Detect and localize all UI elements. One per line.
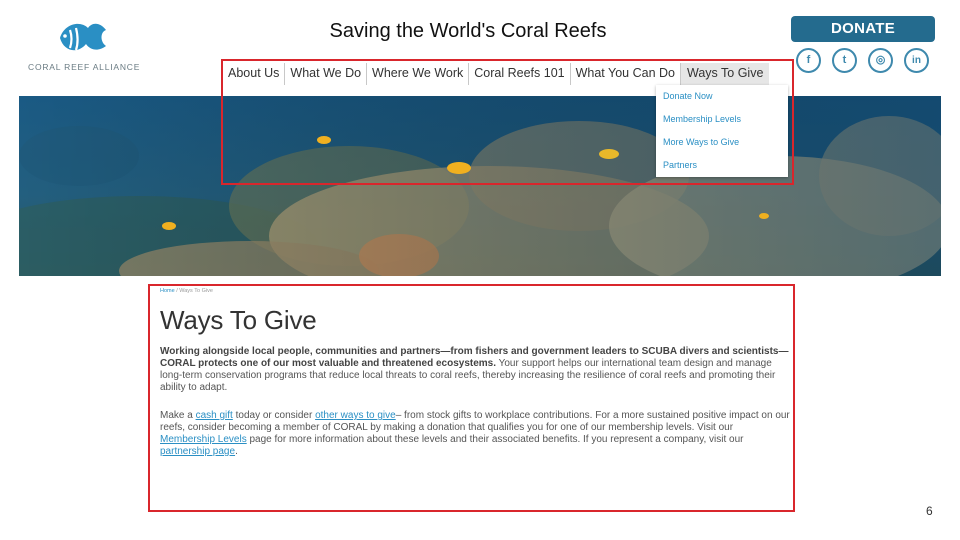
coral-reef-alliance-logo[interactable]: CORAL REEF ALLIANCE <box>24 18 144 78</box>
instagram-icon[interactable]: ◎ <box>868 48 893 73</box>
facebook-icon[interactable]: f <box>796 48 821 73</box>
slide-page-number: 6 <box>926 504 933 518</box>
text-span: . <box>235 446 238 457</box>
text-span: Make a <box>160 410 196 421</box>
breadcrumb-home-link[interactable]: Home <box>160 288 175 294</box>
nav-highlight-box <box>221 59 794 185</box>
other-ways-to-give-link[interactable]: other ways to give <box>315 410 396 421</box>
intro-paragraph: Working alongside local people, communit… <box>160 346 790 394</box>
cash-gift-link[interactable]: cash gift <box>196 410 233 421</box>
donate-button[interactable]: DONATE <box>791 16 935 42</box>
slide-title: Saving the World's Coral Reefs <box>329 20 607 42</box>
giving-paragraph: Make a cash gift today or consider other… <box>160 410 790 458</box>
breadcrumb: Home / Ways To Give <box>160 288 790 294</box>
linkedin-icon[interactable]: in <box>904 48 929 73</box>
partnership-page-link[interactable]: partnership page <box>160 446 235 457</box>
logo-text: CORAL REEF ALLIANCE <box>28 62 141 72</box>
twitter-icon[interactable]: t <box>832 48 857 73</box>
main-content: Home / Ways To Give Ways To Give Working… <box>160 288 790 458</box>
page-title: Ways To Give <box>160 305 317 335</box>
text-span: page for more information about these le… <box>246 434 744 445</box>
membership-levels-link[interactable]: Membership Levels <box>160 434 247 445</box>
text-span: today or consider <box>232 410 316 421</box>
breadcrumb-current: Ways To Give <box>179 288 213 294</box>
fish-logo-icon <box>60 23 106 51</box>
